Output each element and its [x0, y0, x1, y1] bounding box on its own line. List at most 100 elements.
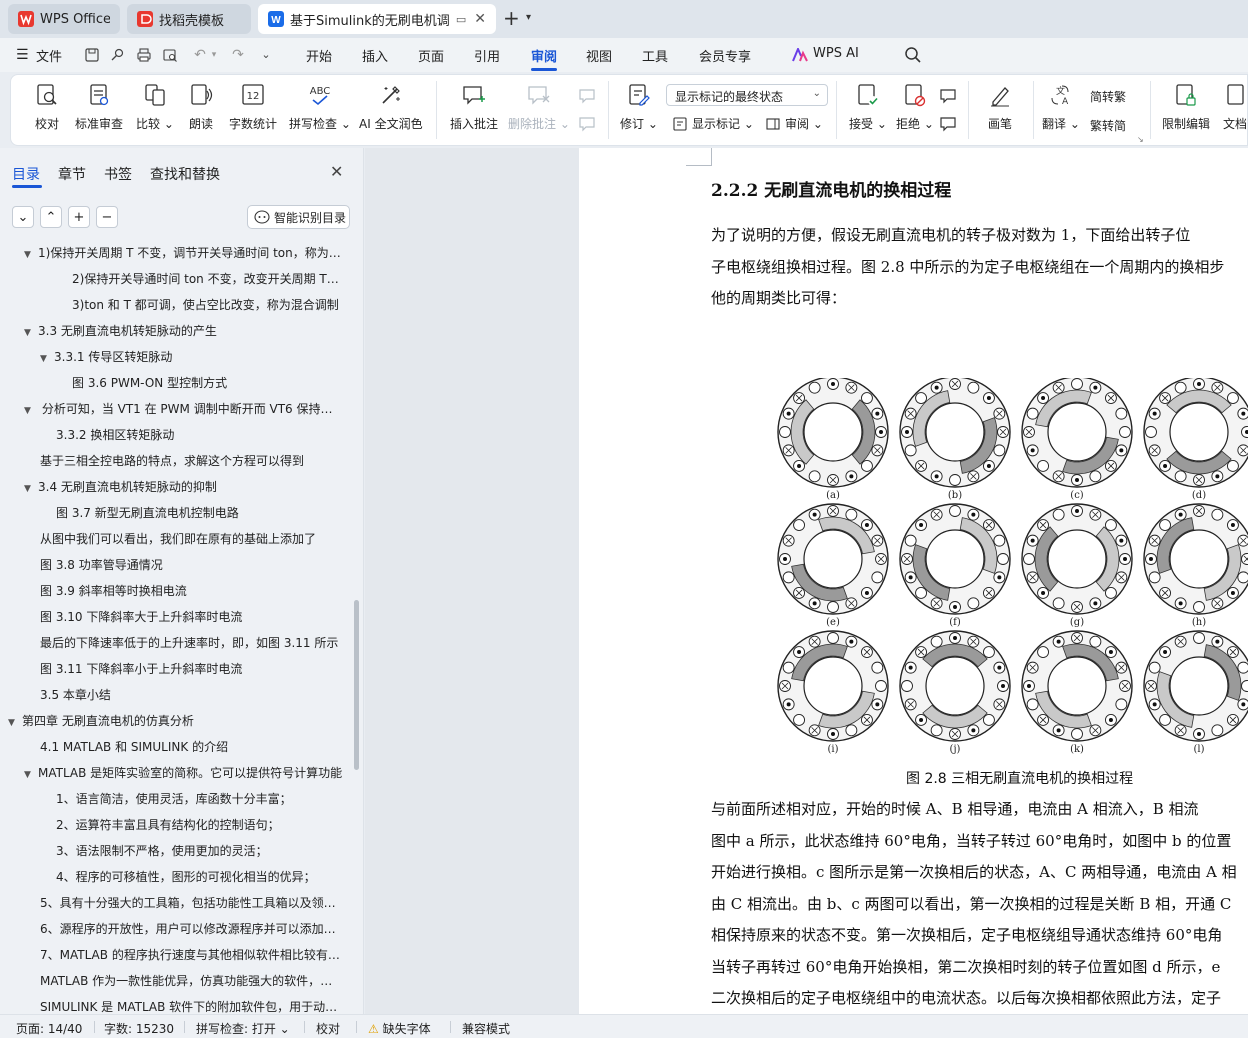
- add-heading-button[interactable]: +: [68, 206, 90, 228]
- nav-tab-bookmarks[interactable]: 书签: [104, 164, 132, 184]
- to-traditional-button[interactable]: 简转繁: [1090, 88, 1126, 105]
- page-indicator[interactable]: 页面: 14/40: [16, 1020, 82, 1037]
- nav-tab-find-replace[interactable]: 查找和替换: [150, 164, 220, 184]
- display-mode-select[interactable]: 显示标记的最终状态 ⌄: [666, 84, 828, 106]
- to-simplified-button[interactable]: 繁转简: [1090, 117, 1126, 134]
- read-aloud-button[interactable]: 朗读: [187, 81, 215, 132]
- proof-status[interactable]: 校对: [316, 1020, 340, 1037]
- toc-item[interactable]: 图 3.7 新型无刷直流电机控制电路: [56, 500, 344, 526]
- spell-check-status[interactable]: 拼写检查: 打开 ⌄: [196, 1020, 290, 1037]
- toc-item[interactable]: 7、MATLAB 的程序执行速度与其他相似软件相比较有些慢: [40, 942, 344, 968]
- close-pane-icon[interactable]: ✕: [330, 162, 343, 181]
- menu-home[interactable]: 开始: [306, 46, 332, 65]
- toc-item[interactable]: ▼ 3.3 无刷直流电机转矩脉动的产生: [24, 318, 344, 344]
- remove-heading-button[interactable]: −: [96, 206, 118, 228]
- print-icon[interactable]: [136, 47, 152, 63]
- word-count-indicator[interactable]: 字数: 15230: [104, 1020, 174, 1037]
- smart-toc-button[interactable]: 智能识别目录: [247, 205, 350, 229]
- expand-toggle-icon[interactable]: ▼: [24, 762, 38, 786]
- toc-item[interactable]: 最后的下降速率低于的上升速率时，即，如图 3.11 所示: [40, 630, 344, 656]
- doc-more-button[interactable]: 文档: [1221, 81, 1248, 132]
- toc-item[interactable]: MATLAB 作为一款性能优异，仿真功能强大的软件，它的: [40, 968, 344, 994]
- toc-item[interactable]: ▼ MATLAB 是矩阵实验室的简称。它可以提供符号计算功能: [24, 760, 344, 786]
- expand-toggle-icon[interactable]: ▼: [24, 476, 38, 500]
- menu-insert[interactable]: 插入: [362, 46, 388, 65]
- tab-document[interactable]: W 基于Simulink的无刷电机调速 ▭ ✕: [258, 4, 496, 34]
- toc-item[interactable]: 图 3.9 斜率相等时换相电流: [40, 578, 344, 604]
- show-markup-button[interactable]: 显示标记 ⌄: [672, 115, 754, 132]
- toc-item[interactable]: 图 3.11 下降斜率小于上升斜率时电流: [40, 656, 344, 682]
- toc-item[interactable]: ▼ 分析可知，当 VT1 在 PWM 调制中断开而 VT6 保持导通: [24, 396, 344, 422]
- chevron-down-icon[interactable]: ⌄: [258, 47, 274, 63]
- nav-tab-toc[interactable]: 目录: [12, 164, 40, 184]
- toc-item[interactable]: 2、运算符丰富且具有结构化的控制语句；: [56, 812, 344, 838]
- pin-icon[interactable]: [110, 47, 126, 63]
- toc-item[interactable]: 从图中我们可以看出，我们即在原有的基础上添加了: [40, 526, 344, 552]
- search-icon[interactable]: [904, 46, 922, 67]
- tab-wps-office[interactable]: WPS Office: [8, 4, 120, 34]
- menu-review[interactable]: 审阅: [531, 46, 557, 65]
- save-icon[interactable]: [84, 47, 100, 63]
- toc-item[interactable]: 1、语言简洁，使用灵活，库函数十分丰富；: [56, 786, 344, 812]
- close-tab-icon[interactable]: ✕: [474, 11, 486, 27]
- menu-references[interactable]: 引用: [474, 46, 500, 65]
- previous-comment-icon[interactable]: [578, 87, 598, 108]
- expand-toggle-icon[interactable]: ▼: [24, 242, 38, 266]
- chevron-down-icon[interactable]: ▾: [526, 12, 531, 23]
- menu-tools[interactable]: 工具: [642, 46, 668, 65]
- translate-button[interactable]: 文A 翻译 ⌄: [1042, 81, 1080, 132]
- ai-proofread-button[interactable]: AI 全文润色: [359, 81, 423, 132]
- expand-down-button[interactable]: ⌄: [12, 206, 34, 228]
- expand-toggle-icon[interactable]: ▼: [24, 320, 38, 344]
- menu-page[interactable]: 页面: [418, 46, 444, 65]
- accept-button[interactable]: 接受 ⌄: [849, 81, 887, 132]
- delete-comment-button[interactable]: 删除批注 ⌄: [508, 81, 570, 132]
- menu-view[interactable]: 视图: [586, 46, 612, 65]
- insert-comment-button[interactable]: 插入批注: [450, 81, 498, 132]
- toc-item[interactable]: 3.3.2 换相区转矩脉动: [56, 422, 344, 448]
- word-count-button[interactable]: 12 字数统计: [229, 81, 277, 132]
- compare-button[interactable]: 比较 ⌄: [136, 81, 174, 132]
- previous-change-icon[interactable]: [939, 87, 959, 108]
- menu-member[interactable]: 会员专享: [699, 46, 751, 65]
- expand-toggle-icon[interactable]: ▼: [8, 710, 22, 734]
- toc-item[interactable]: 4.1 MATLAB 和 SIMULINK 的介绍: [40, 734, 344, 760]
- tab-template[interactable]: 找稻壳模板: [127, 4, 251, 34]
- toc-item[interactable]: 图 3.6 PWM-ON 型控制方式: [72, 370, 344, 396]
- toc-item[interactable]: 基于三相全控电路的特点，求解这个方程可以得到: [40, 448, 344, 474]
- toc-item[interactable]: 2)保持开关导通时间 ton 不变，改变开关周期 T，称为频率调制: [72, 266, 344, 292]
- standard-review-button[interactable]: 标准审查: [75, 81, 123, 132]
- new-tab-icon[interactable]: +: [503, 8, 520, 28]
- review-pane-button[interactable]: 审阅 ⌄: [765, 115, 823, 132]
- toc-scrollbar[interactable]: [354, 600, 359, 770]
- pen-button[interactable]: 画笔: [986, 81, 1014, 132]
- menu-wps-ai[interactable]: WPS AI: [813, 46, 859, 61]
- toc-item[interactable]: 3、语法限制不严格，使用更加的灵活；: [56, 838, 344, 864]
- toc-item[interactable]: ▼ 3.4 无刷直流电机转矩脉动的抑制: [24, 474, 344, 500]
- toc-item[interactable]: 3)ton 和 T 都可调，使占空比改变，称为混合调制: [72, 292, 344, 318]
- monitor-icon[interactable]: ▭: [456, 13, 466, 26]
- toc-item[interactable]: 6、源程序的开放性，用户可以修改源程序并可以添加新的: [40, 916, 344, 942]
- menu-file[interactable]: 文件: [36, 46, 62, 65]
- spell-check-button[interactable]: ABC 拼写检查 ⌄: [289, 81, 351, 132]
- next-comment-icon[interactable]: [578, 115, 598, 136]
- toc-item[interactable]: ▼ 1)保持开关周期 T 不变，调节开关导通时间 ton，称为脉宽调制: [24, 240, 344, 266]
- proofread-button[interactable]: 校对: [33, 81, 61, 132]
- hamburger-icon[interactable]: ☰: [16, 47, 29, 63]
- chevron-down-icon[interactable]: ▾: [206, 47, 222, 63]
- toc-item[interactable]: 图 3.8 功率管导通情况: [40, 552, 344, 578]
- print-preview-icon[interactable]: [162, 47, 178, 63]
- expand-toggle-icon[interactable]: ▼: [24, 398, 38, 422]
- expand-toggle-icon[interactable]: ▼: [40, 346, 54, 370]
- toc-item[interactable]: 图 3.10 下降斜率大于上升斜率时电流: [40, 604, 344, 630]
- redo-icon[interactable]: ↷: [230, 47, 246, 63]
- collapse-up-button[interactable]: ⌃: [40, 206, 62, 228]
- ribbon-expand-icon[interactable]: ↘: [1137, 135, 1144, 144]
- toc-item[interactable]: 4、程序的可移植性，图形的可视化相当的优异；: [56, 864, 344, 890]
- restrict-edit-button[interactable]: 限制编辑: [1162, 81, 1210, 132]
- toc-item[interactable]: ▼ 3.3.1 传导区转矩脉动: [40, 344, 344, 370]
- toc-item[interactable]: 5、具有十分强大的工具箱，包括功能性工具箱以及领域性: [40, 890, 344, 916]
- missing-font-status[interactable]: ⚠ 缺失字体: [368, 1020, 431, 1037]
- reject-button[interactable]: 拒绝 ⌄: [896, 81, 934, 132]
- next-change-icon[interactable]: [939, 115, 959, 136]
